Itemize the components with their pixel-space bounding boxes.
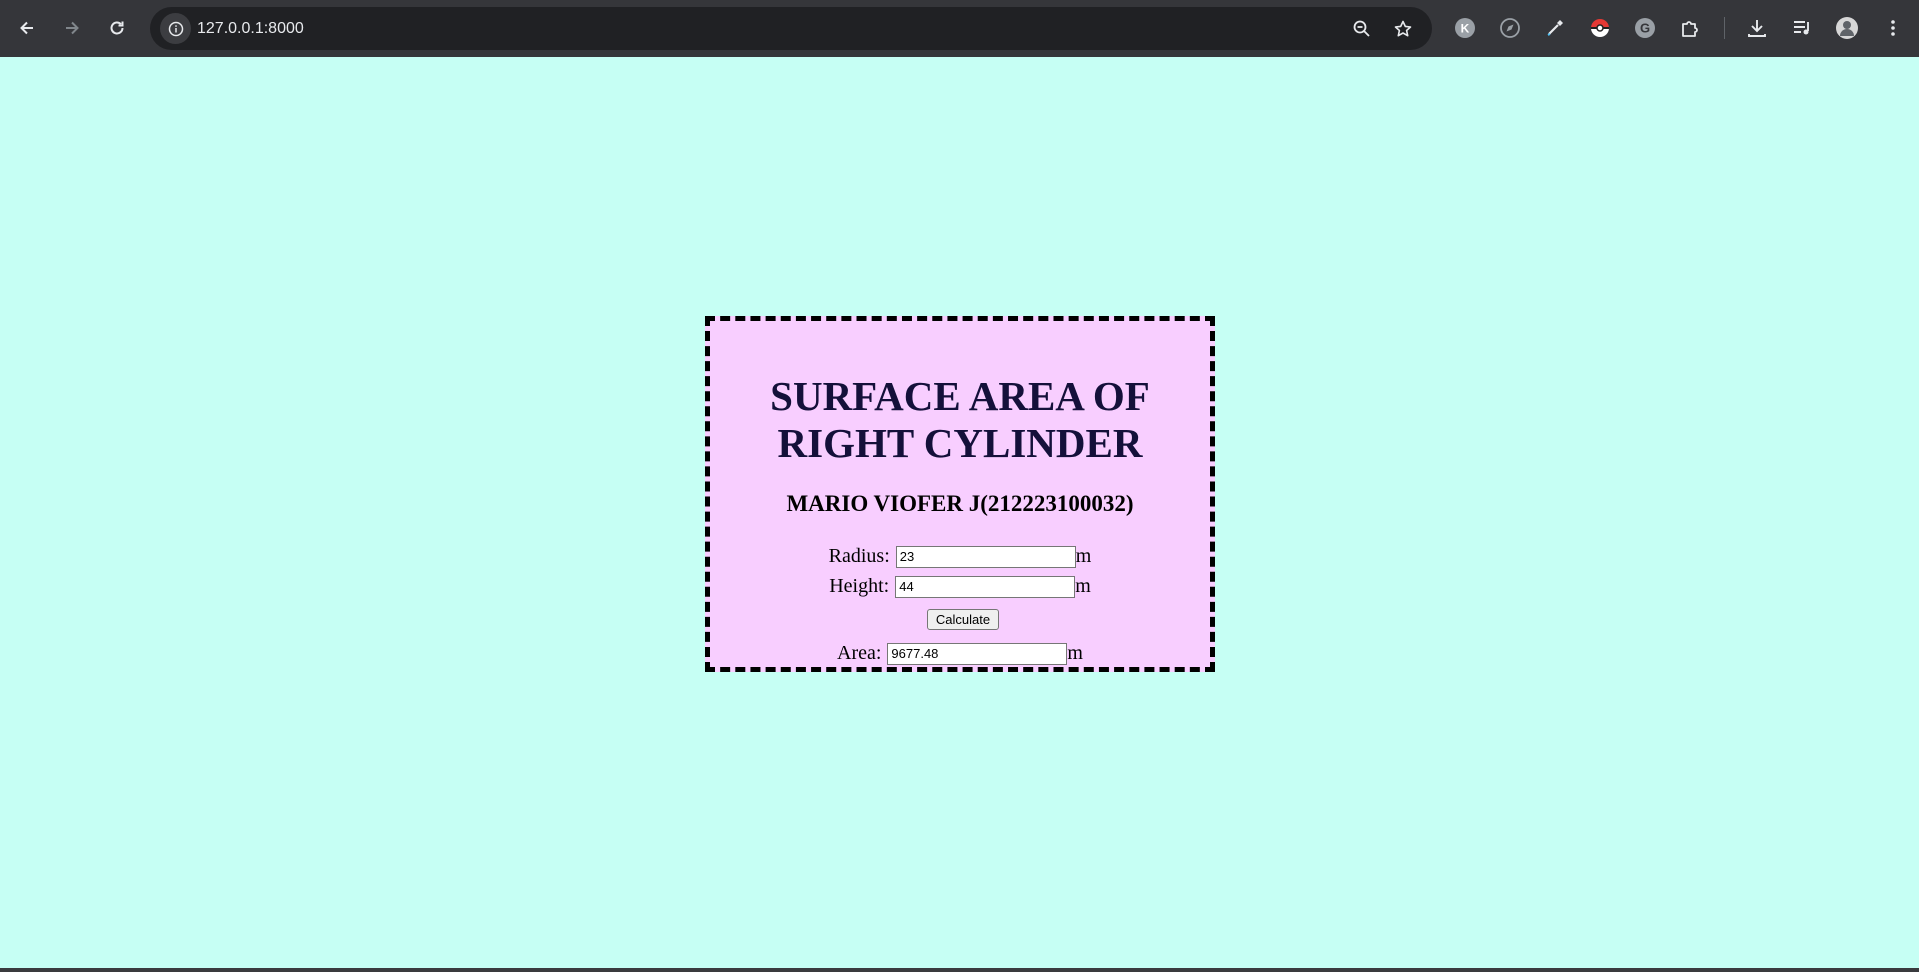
area-row: Area: m bbox=[710, 642, 1210, 665]
compass-extension-button[interactable] bbox=[1496, 14, 1524, 42]
page-title: SURFACE AREA OF RIGHT CYLINDER bbox=[710, 373, 1210, 467]
k-extension-icon: K bbox=[1455, 18, 1475, 38]
profile-button[interactable] bbox=[1833, 14, 1861, 42]
grammarly-extension-button[interactable]: G bbox=[1631, 14, 1659, 42]
title-line-2: RIGHT CYLINDER bbox=[777, 420, 1143, 466]
title-line-1: SURFACE AREA OF bbox=[770, 373, 1150, 419]
calculator-card: SURFACE AREA OF RIGHT CYLINDER MARIO VIO… bbox=[705, 316, 1215, 672]
zoom-out-icon bbox=[1353, 20, 1370, 37]
window-bottom-edge bbox=[0, 968, 1919, 972]
avatar bbox=[1836, 17, 1858, 39]
radius-input[interactable] bbox=[895, 545, 1076, 568]
reload-button[interactable] bbox=[99, 10, 135, 46]
area-output[interactable] bbox=[887, 642, 1068, 665]
kebab-menu-icon bbox=[1891, 20, 1895, 36]
download-button[interactable] bbox=[1743, 14, 1771, 42]
height-row: Height: m bbox=[710, 575, 1210, 598]
arrow-right-icon bbox=[66, 21, 79, 35]
toolbar-separator bbox=[1724, 17, 1725, 39]
arrow-left-icon bbox=[20, 21, 33, 35]
height-unit: m bbox=[1075, 575, 1091, 597]
url-text[interactable]: 127.0.0.1:8000 bbox=[197, 7, 304, 50]
grammarly-extension-icon: G bbox=[1635, 18, 1655, 38]
browser-toolbar: 127.0.0.1:8000 K G bbox=[0, 0, 1919, 57]
k-extension-button[interactable]: K bbox=[1451, 14, 1479, 42]
pokeball-extension-icon bbox=[1591, 19, 1609, 37]
radius-unit: m bbox=[1075, 545, 1092, 567]
calculate-button[interactable]: Calculate bbox=[927, 609, 999, 630]
star-icon bbox=[1394, 20, 1412, 37]
forward-button[interactable] bbox=[54, 10, 90, 46]
radius-label: Radius: bbox=[828, 545, 890, 567]
svg-text:G: G bbox=[1640, 21, 1650, 36]
compass-extension-icon bbox=[1500, 18, 1520, 38]
pokeball-extension-button[interactable] bbox=[1586, 14, 1614, 42]
author-subtitle: MARIO VIOFER J(212223100032) bbox=[786, 491, 1134, 516]
media-queue-icon bbox=[1794, 21, 1809, 35]
area-unit: m bbox=[1067, 642, 1083, 664]
height-label: Height: bbox=[829, 575, 890, 597]
svg-text:K: K bbox=[1461, 22, 1470, 36]
eyedropper-extension-button[interactable] bbox=[1541, 14, 1569, 42]
bookmark-button[interactable] bbox=[1390, 16, 1416, 42]
site-info-button[interactable] bbox=[160, 13, 191, 44]
radius-row: Radius: m bbox=[710, 545, 1210, 568]
info-icon bbox=[168, 21, 183, 36]
eyedropper-extension-icon bbox=[1547, 20, 1563, 36]
media-queue-button[interactable] bbox=[1788, 14, 1816, 42]
area-label: Area: bbox=[837, 642, 882, 664]
puzzle-extension-icon bbox=[1682, 21, 1698, 37]
menu-button[interactable] bbox=[1879, 14, 1907, 42]
height-input[interactable] bbox=[895, 575, 1076, 598]
extensions-button[interactable] bbox=[1676, 14, 1704, 42]
back-button[interactable] bbox=[9, 10, 45, 46]
address-bar[interactable]: 127.0.0.1:8000 bbox=[150, 7, 1432, 50]
zoom-button[interactable] bbox=[1349, 16, 1375, 42]
download-icon bbox=[1748, 20, 1766, 37]
reload-icon bbox=[110, 21, 124, 35]
